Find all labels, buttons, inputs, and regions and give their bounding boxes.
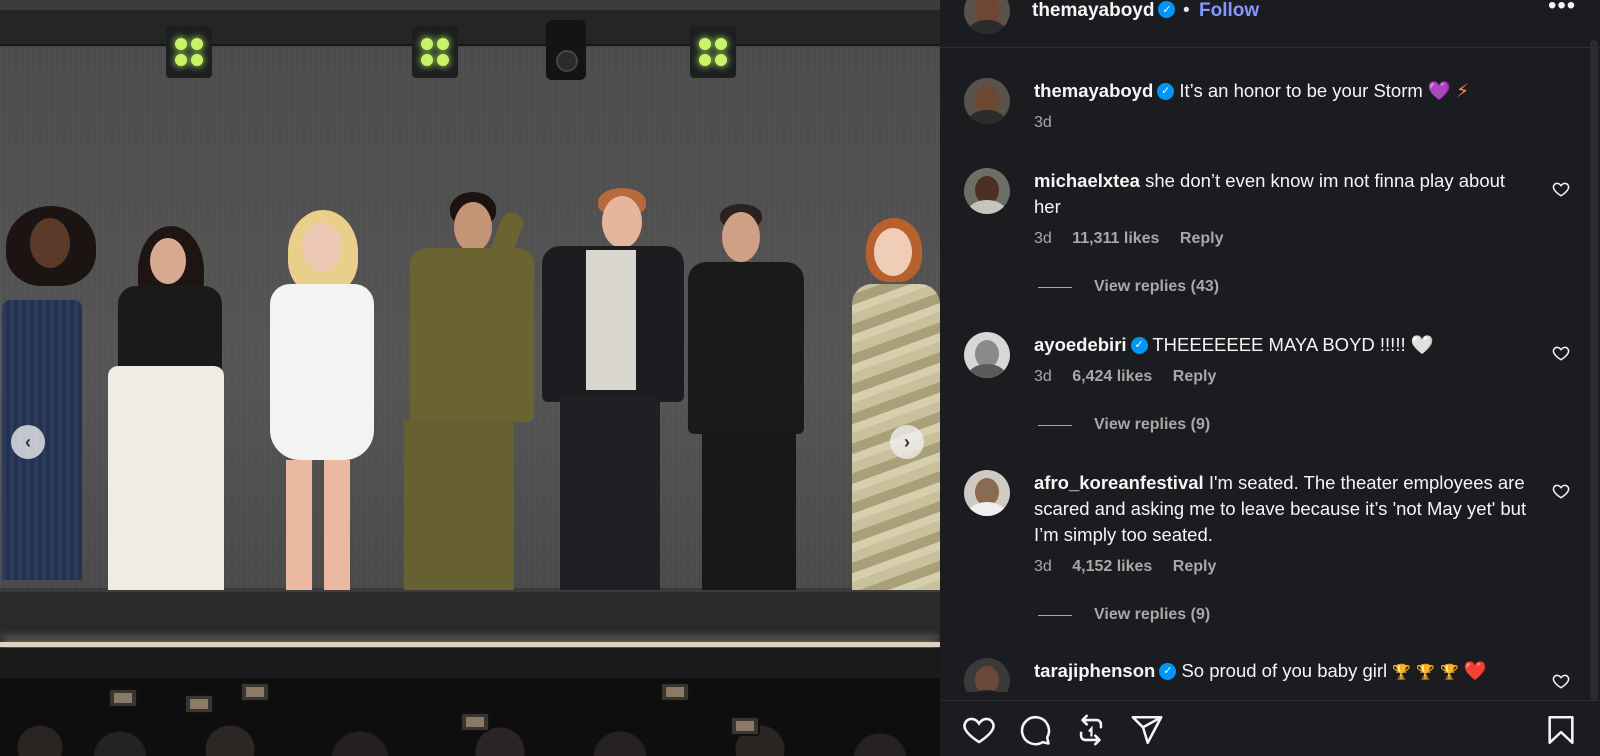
comment-time[interactable]: 3d (1034, 368, 1052, 385)
caption-text: themayaboyd ✓ It’s an honor to be your St… (1034, 78, 1534, 104)
stage-front (0, 648, 940, 678)
author-avatar[interactable] (964, 78, 1010, 124)
commenter-avatar[interactable] (964, 168, 1010, 214)
trophy-emoji: 🏆 (1416, 664, 1435, 681)
view-replies-button[interactable]: View replies (9) (1038, 416, 1210, 434)
comment-body: THEEEEEEE MAYA BOYD !!!!! (1152, 334, 1406, 355)
view-replies-label: View replies (43) (1094, 278, 1220, 295)
author-username[interactable]: themayaboyd (1032, 0, 1154, 21)
comment-item: tarajiphenson ✓ So proud of you baby girl… (940, 658, 1600, 692)
trophy-emoji: 🏆 (1392, 664, 1411, 681)
verified-badge-icon: ✓ (1130, 336, 1148, 354)
author-avatar[interactable] (964, 0, 1010, 34)
post-header: themayaboyd ✓ • Follow ••• (940, 0, 1600, 48)
comment-text: tarajiphenson ✓ So proud of you baby girl… (1034, 658, 1534, 686)
comment-icon[interactable] (1018, 713, 1052, 747)
stage-light (412, 26, 458, 78)
comment-text: michaelxtea she don’t even know im not f… (1034, 168, 1534, 220)
like-comment-heart-icon[interactable] (1552, 672, 1570, 690)
carousel-next-button[interactable]: › (890, 425, 924, 459)
send-icon[interactable] (1130, 713, 1164, 747)
white-heart-emoji: 🤍 (1410, 334, 1434, 355)
header-separator: • (1183, 0, 1190, 21)
chevron-left-icon: ‹ (25, 431, 31, 452)
phone-in-crowd (460, 712, 490, 732)
reply-button[interactable]: Reply (1173, 368, 1217, 385)
view-replies-button[interactable]: View replies (9) (1038, 606, 1210, 624)
comment-text: ayoedebiri ✓ THEEEEEEE MAYA BOYD !!!!! 🤍 (1034, 332, 1534, 358)
comment-username[interactable]: ayoedebiri (1034, 334, 1127, 355)
purple-heart-emoji: 💜 (1427, 80, 1451, 101)
more-options-icon[interactable]: ••• (1548, 0, 1576, 20)
verified-badge-icon: ✓ (1158, 1, 1176, 19)
phone-in-crowd (240, 682, 270, 702)
caption-meta: 3d (1034, 114, 1068, 132)
post-action-bar (940, 700, 1600, 756)
comment-body: So proud of you baby girl (1181, 660, 1388, 681)
commenter-avatar[interactable] (964, 332, 1010, 378)
follow-button[interactable]: Follow (1199, 0, 1259, 22)
comment-username[interactable]: tarajiphenson (1034, 660, 1155, 681)
lightning-emoji: ⚡ (1456, 80, 1470, 101)
chevron-right-icon: › (904, 431, 910, 452)
comment-meta: 3d 11,311 likes Reply (1034, 230, 1239, 248)
comment-likes[interactable]: 6,424 likes (1072, 368, 1152, 385)
view-replies-button[interactable]: View replies (43) (1038, 278, 1219, 296)
comment-meta: 3d 6,424 likes Reply (1034, 368, 1232, 386)
post-media[interactable]: ‹ › (0, 0, 940, 756)
red-heart-emoji: ❤️ (1463, 660, 1487, 681)
bookmark-icon[interactable] (1544, 713, 1578, 747)
replies-divider (1038, 424, 1072, 426)
like-comment-heart-icon[interactable] (1552, 344, 1570, 362)
stage-light (690, 26, 736, 78)
verified-badge-icon: ✓ (1157, 82, 1175, 100)
heart-icon[interactable] (962, 713, 996, 747)
like-comment-heart-icon[interactable] (1552, 180, 1570, 198)
replies-divider (1038, 614, 1072, 616)
comment-username[interactable]: afro_koreanfestival (1034, 472, 1204, 493)
lighting-truss (0, 0, 940, 46)
like-comment-heart-icon[interactable] (1552, 482, 1570, 500)
stage-floor (0, 590, 940, 638)
phone-in-crowd (730, 716, 760, 736)
reply-button[interactable]: Reply (1173, 558, 1217, 575)
commenter-avatar[interactable] (964, 470, 1010, 516)
repost-icon[interactable] (1074, 713, 1108, 747)
caption-body: It’s an honor to be your Storm (1179, 80, 1423, 101)
comment-text: afro_koreanfestival I'm seated. The thea… (1034, 470, 1534, 548)
stage-camera (546, 20, 586, 80)
author-username-line[interactable]: themayaboyd ✓ (1032, 0, 1176, 22)
audience (0, 678, 940, 756)
phone-in-crowd (108, 688, 138, 708)
verified-badge-icon: ✓ (1159, 662, 1177, 680)
caption-username[interactable]: themayaboyd (1034, 80, 1153, 101)
carousel-prev-button[interactable]: ‹ (11, 425, 45, 459)
phone-in-crowd (184, 694, 214, 714)
comment-time[interactable]: 3d (1034, 230, 1052, 247)
comment-likes[interactable]: 4,152 likes (1072, 558, 1152, 575)
trophy-emoji: 🏆 (1439, 664, 1459, 681)
stage-edge-light (0, 642, 940, 647)
comments-scrollbar[interactable] (1590, 40, 1598, 700)
comment-likes[interactable]: 11,311 likes (1072, 230, 1159, 247)
comment-meta: 3d 4,152 likes Reply (1034, 558, 1232, 576)
comment-username[interactable]: michaelxtea (1034, 170, 1140, 191)
post-sidebar: themayaboyd ✓ • Follow ••• themayaboyd ✓ I… (940, 0, 1600, 756)
phone-in-crowd (660, 682, 690, 702)
replies-divider (1038, 286, 1072, 288)
view-replies-label: View replies (9) (1094, 606, 1211, 623)
comment-time[interactable]: 3d (1034, 558, 1052, 575)
commenter-avatar[interactable] (964, 658, 1010, 692)
caption-time[interactable]: 3d (1034, 114, 1052, 131)
stage-light (166, 26, 212, 78)
view-replies-label: View replies (9) (1094, 416, 1211, 433)
reply-button[interactable]: Reply (1180, 230, 1224, 247)
